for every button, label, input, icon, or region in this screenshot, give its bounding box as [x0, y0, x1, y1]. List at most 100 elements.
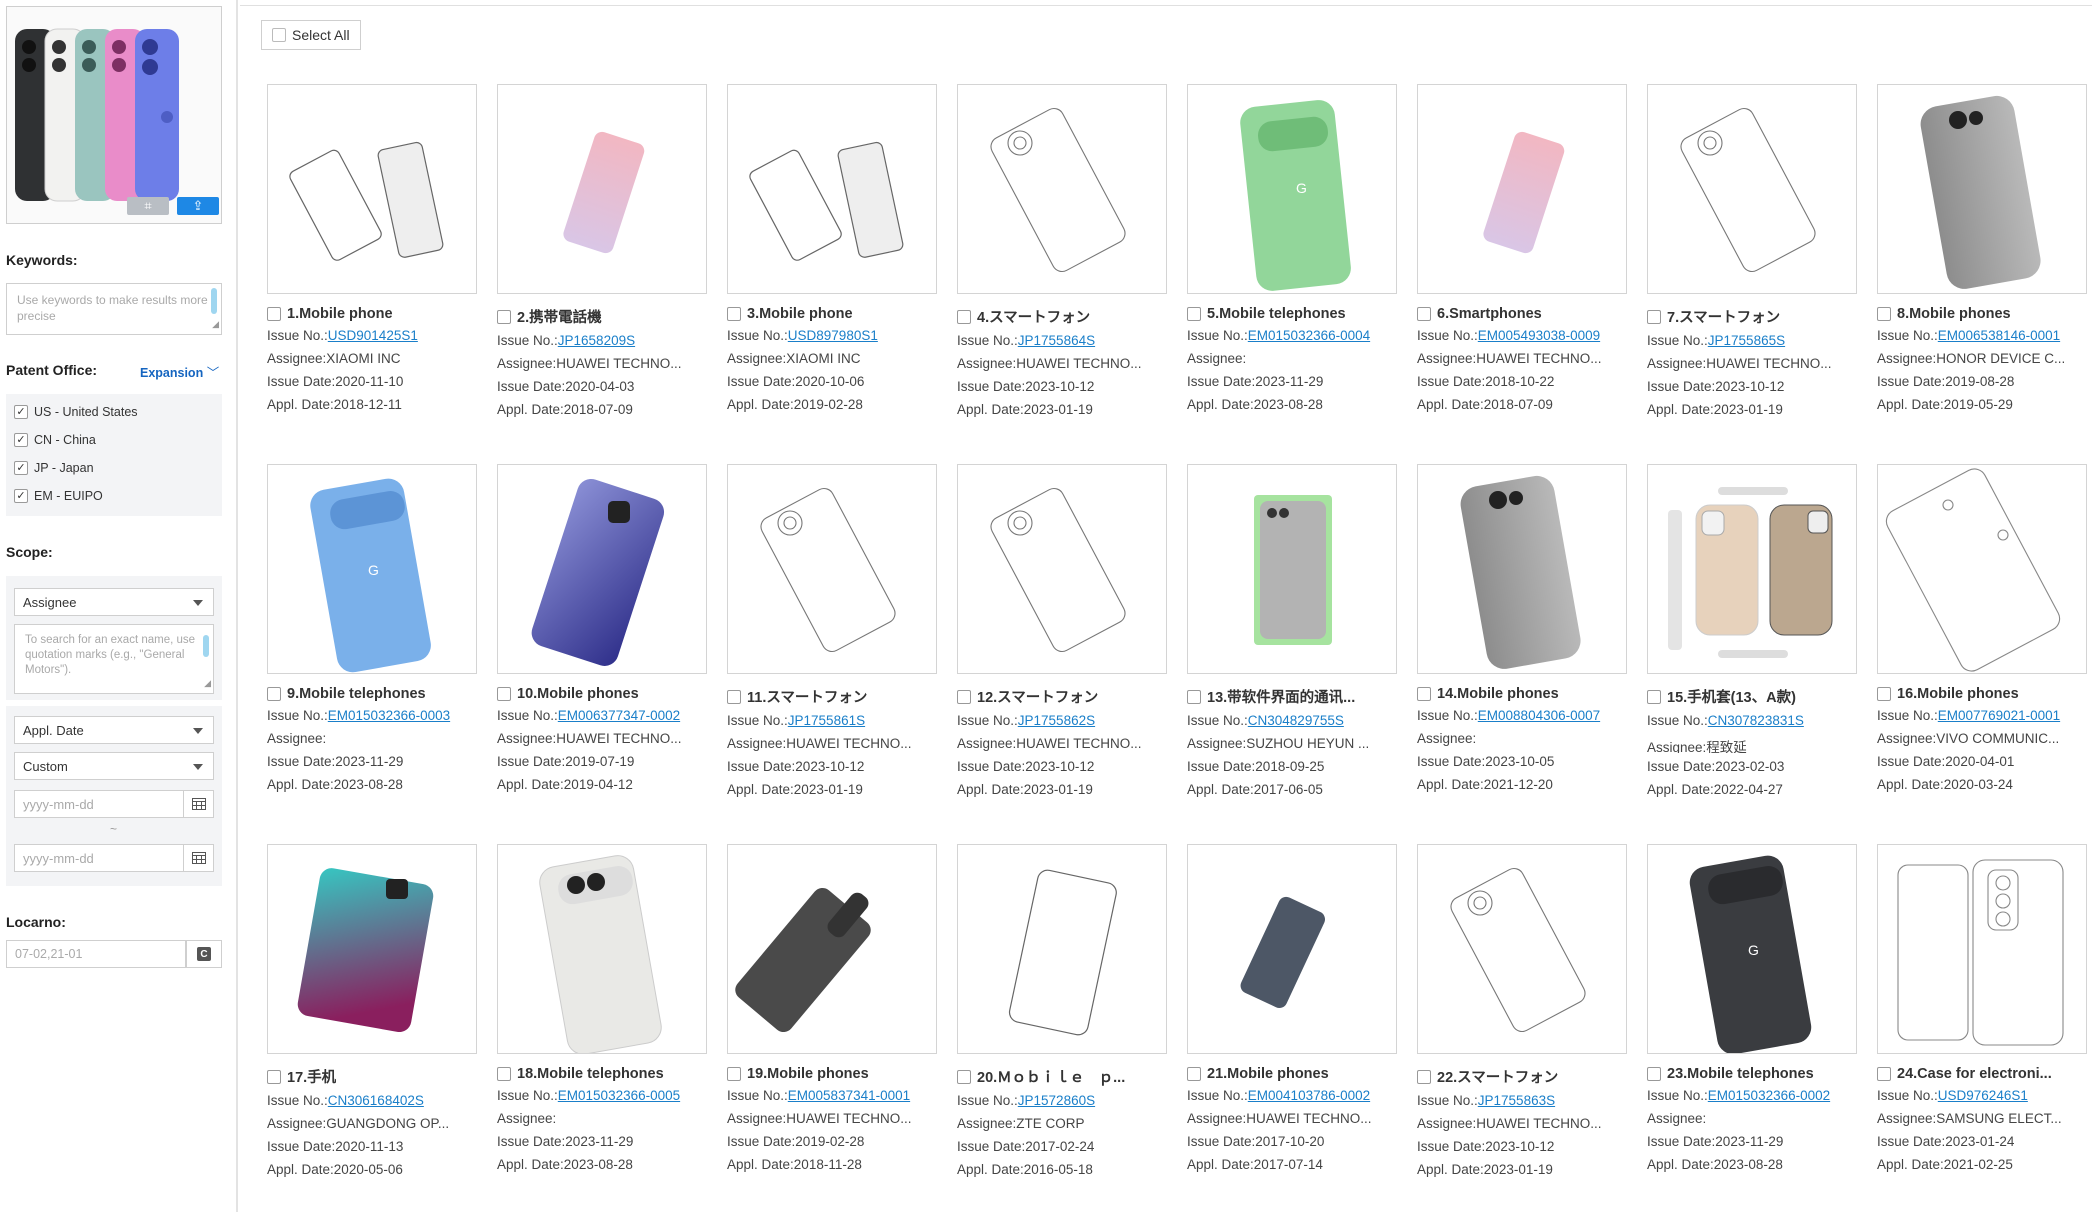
result-title[interactable]: 15.手机套(13、A款): [1667, 686, 1796, 707]
date-range-select[interactable]: Custom: [14, 752, 214, 780]
locarno-picker-button[interactable]: C: [186, 940, 222, 968]
result-title[interactable]: 18.Mobile telephones: [517, 1066, 664, 1082]
issue-no-link[interactable]: USD901425S1: [328, 328, 418, 343]
result-card[interactable]: 13.带软件界面的通讯... Issue No.:CN304829755S Assi…: [1187, 464, 1397, 799]
office-option-cn[interactable]: ✓ CN - China: [6, 426, 222, 454]
patent-thumbnail[interactable]: [1877, 844, 2087, 1054]
checkbox-icon[interactable]: [267, 687, 281, 701]
checkbox-icon[interactable]: [497, 309, 511, 324]
patent-thumbnail[interactable]: [1417, 84, 1627, 294]
result-card[interactable]: 24.Case for electroni... Issue No.:USD976…: [1877, 844, 2087, 1174]
expansion-toggle[interactable]: Expansion ﹀: [140, 362, 219, 381]
patent-thumbnail[interactable]: [727, 84, 937, 294]
checkbox-icon[interactable]: [497, 1067, 511, 1081]
issue-no-link[interactable]: JP1755865S: [1708, 333, 1785, 348]
issue-no-link[interactable]: EM005493038-0009: [1478, 328, 1600, 343]
issue-no-link[interactable]: EM004103786-0002: [1248, 1088, 1370, 1103]
scope-select[interactable]: Assignee: [14, 588, 214, 616]
result-title[interactable]: 12.スマートフォン: [977, 686, 1098, 707]
checkbox-icon[interactable]: [1647, 689, 1661, 704]
checkbox-icon[interactable]: [497, 687, 511, 701]
issue-no-link[interactable]: CN306168402S: [328, 1093, 424, 1108]
patent-thumbnail[interactable]: [727, 844, 937, 1054]
locarno-input[interactable]: 07-02,21-01: [6, 940, 186, 968]
issue-no-link[interactable]: EM015032366-0003: [328, 708, 450, 723]
result-title[interactable]: 6.Smartphones: [1437, 306, 1542, 322]
result-title[interactable]: 4.スマートフォン: [977, 306, 1090, 327]
checkbox-icon[interactable]: [957, 689, 971, 704]
patent-thumbnail[interactable]: [1647, 84, 1857, 294]
result-title[interactable]: 23.Mobile telephones: [1667, 1066, 1814, 1082]
issue-no-link[interactable]: JP1755861S: [788, 713, 865, 728]
patent-thumbnail[interactable]: [957, 84, 1167, 294]
issue-no-link[interactable]: EM006538146-0001: [1938, 328, 2060, 343]
crop-button[interactable]: ⌗: [127, 197, 169, 215]
result-title[interactable]: 14.Mobile phones: [1437, 686, 1559, 702]
result-title[interactable]: 10.Mobile phones: [517, 686, 639, 702]
patent-thumbnail[interactable]: [267, 844, 477, 1054]
checkbox-icon[interactable]: [957, 1069, 971, 1084]
checkbox-icon[interactable]: [1877, 687, 1891, 701]
result-title[interactable]: 16.Mobile phones: [1897, 686, 2019, 702]
select-all-button[interactable]: Select All: [261, 20, 361, 50]
issue-no-link[interactable]: EM015032366-0002: [1708, 1088, 1830, 1103]
result-title[interactable]: 7.スマートフォン: [1667, 306, 1780, 327]
office-option-em[interactable]: ✓ EM - EUIPO: [6, 482, 222, 510]
result-card[interactable]: G 23.Mobile telephones Issue No.:EM0150323…: [1647, 844, 1857, 1174]
result-title[interactable]: 11.スマートフォン: [747, 686, 867, 707]
checkbox-icon[interactable]: [1417, 1069, 1431, 1084]
checkbox-icon[interactable]: ✓: [14, 405, 28, 419]
office-option-jp[interactable]: ✓ JP - Japan: [6, 454, 222, 482]
office-option-us[interactable]: ✓ US - United States: [6, 398, 222, 426]
patent-thumbnail[interactable]: [957, 464, 1167, 674]
result-card[interactable]: 12.スマートフォン Issue No.:JP1755862S Assignee:H…: [957, 464, 1167, 799]
issue-no-link[interactable]: CN304829755S: [1248, 713, 1344, 728]
scope-input[interactable]: To search for an exact name, use quotati…: [14, 624, 214, 694]
issue-no-link[interactable]: EM007769021-0001: [1938, 708, 2060, 723]
result-card[interactable]: G 5.Mobile telephones Issue No.:EM01503236…: [1187, 84, 1397, 414]
calendar-icon[interactable]: [183, 791, 213, 817]
checkbox-icon[interactable]: [727, 1067, 741, 1081]
result-card[interactable]: 22.スマートフォン Issue No.:JP1755863S Assignee:H…: [1417, 844, 1627, 1179]
result-title[interactable]: 5.Mobile telephones: [1207, 306, 1346, 322]
end-date-input[interactable]: yyyy-mm-dd: [14, 844, 214, 872]
issue-no-link[interactable]: EM015032366-0005: [558, 1088, 680, 1103]
issue-no-link[interactable]: USD976246S1: [1938, 1088, 2028, 1103]
result-card[interactable]: 4.スマートフォン Issue No.:JP1755864S Assignee:HU…: [957, 84, 1167, 419]
date-type-select[interactable]: Appl. Date: [14, 716, 214, 744]
result-card[interactable]: 21.Mobile phones Issue No.:EM004103786-00…: [1187, 844, 1397, 1174]
result-card[interactable]: 2.携帯電話機 Issue No.:JP1658209S Assignee:HUAW…: [497, 84, 707, 419]
patent-thumbnail[interactable]: G: [267, 464, 477, 674]
result-card[interactable]: 15.手机套(13、A款) Issue No.:CN307823831S Assig…: [1647, 464, 1857, 799]
textarea-scrollbar[interactable]: [211, 288, 217, 314]
result-title[interactable]: 17.手机: [287, 1066, 336, 1087]
patent-thumbnail[interactable]: [1877, 464, 2087, 674]
checkbox-icon[interactable]: [1877, 1067, 1891, 1081]
issue-no-link[interactable]: JP1755862S: [1018, 713, 1095, 728]
checkbox-icon[interactable]: [1647, 309, 1661, 324]
result-card[interactable]: 1.Mobile phone Issue No.:USD901425S1 Assig…: [267, 84, 477, 414]
result-card[interactable]: 18.Mobile telephones Issue No.:EM01503236…: [497, 844, 707, 1174]
issue-no-link[interactable]: JP1755864S: [1018, 333, 1095, 348]
result-title[interactable]: 8.Mobile phones: [1897, 306, 2011, 322]
resize-icon[interactable]: ◢: [204, 676, 211, 691]
patent-thumbnail[interactable]: [497, 464, 707, 674]
calendar-icon[interactable]: [183, 845, 213, 871]
checkbox-icon[interactable]: ✓: [14, 433, 28, 447]
keywords-input[interactable]: Use keywords to make results more precis…: [6, 283, 222, 335]
patent-thumbnail[interactable]: [727, 464, 937, 674]
checkbox-icon[interactable]: [267, 1069, 281, 1084]
result-card[interactable]: 20.Ｍｏｂｉｌｅ ｐ... Issue No.:JP1572860S Assign…: [957, 844, 1167, 1179]
checkbox-icon[interactable]: [727, 307, 741, 321]
result-card[interactable]: 10.Mobile phones Issue No.:EM006377347-00…: [497, 464, 707, 794]
patent-thumbnail[interactable]: [497, 84, 707, 294]
patent-thumbnail[interactable]: [1417, 464, 1627, 674]
resize-icon[interactable]: ◢: [212, 316, 219, 332]
result-card[interactable]: 8.Mobile phones Issue No.:EM006538146-000…: [1877, 84, 2087, 414]
result-title[interactable]: 21.Mobile phones: [1207, 1066, 1329, 1082]
patent-thumbnail[interactable]: [957, 844, 1167, 1054]
checkbox-icon[interactable]: [267, 307, 281, 321]
result-title[interactable]: 22.スマートフォン: [1437, 1066, 1558, 1087]
checkbox-icon[interactable]: [1187, 689, 1201, 704]
checkbox-icon[interactable]: ✓: [14, 489, 28, 503]
